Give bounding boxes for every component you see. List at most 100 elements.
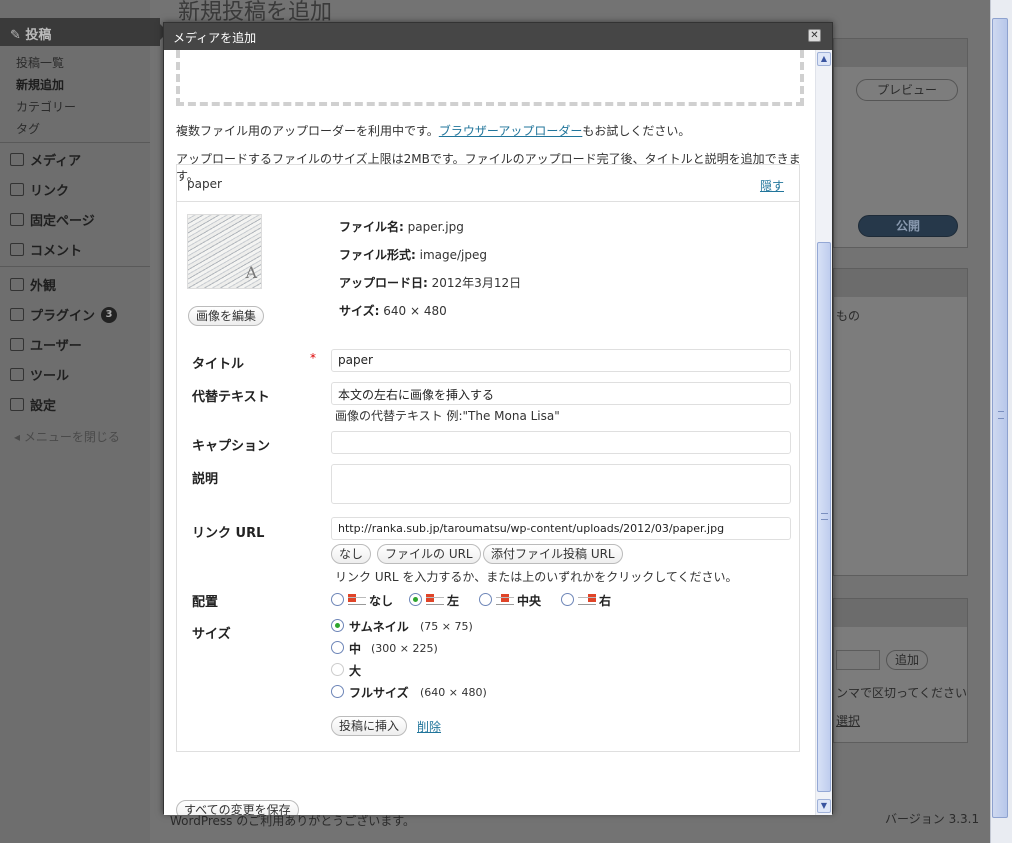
menu-separator xyxy=(0,142,150,143)
size-large-label: 大 xyxy=(349,664,362,678)
link-attachment-url-button[interactable]: 添付ファイル投稿 URL xyxy=(483,544,623,564)
menu-settings[interactable]: 設定 xyxy=(10,395,56,414)
menu-plugins[interactable]: プラグイン 3 xyxy=(10,305,118,324)
browser-uploader-link[interactable]: ブラウザーアップローダー xyxy=(439,124,583,138)
meta-dimensions: サイズ: 640 × 480 xyxy=(339,302,447,319)
link-none-button[interactable]: なし xyxy=(331,544,372,564)
submenu-tags[interactable]: タグ xyxy=(16,120,40,137)
close-icon[interactable]: ✕ xyxy=(808,29,821,42)
menu-tools[interactable]: ツール xyxy=(10,365,69,384)
meta-filename: ファイル名: paper.jpg xyxy=(339,218,464,235)
menu-comments[interactable]: コメント xyxy=(10,240,82,259)
menu-users-label: ユーザー xyxy=(30,339,82,354)
meta-upload-date-value: 2012年3月12日 xyxy=(431,276,522,290)
caption-label: キャプション xyxy=(192,439,271,454)
multi-uploader-note-text: 複数ファイル用のアップローダーを利用中です。 xyxy=(176,124,439,138)
link-file-url-button[interactable]: ファイルの URL xyxy=(377,544,481,564)
window-scrollbar-thumb[interactable] xyxy=(992,18,1008,818)
size-label: サイズ xyxy=(192,627,231,642)
link-url-help: リンク URL を入力するか、または上のいずれかをクリックしてください。 xyxy=(335,570,738,584)
size-full-radio[interactable] xyxy=(331,685,344,698)
align-right-radio[interactable] xyxy=(561,593,574,606)
multi-uploader-note: 複数ファイル用のアップローダーを利用中です。ブラウザーアップローダーもお試しくだ… xyxy=(176,122,690,139)
align-left-icon xyxy=(426,593,444,605)
settings-icon xyxy=(10,398,24,411)
menu-appearance[interactable]: 外観 xyxy=(10,275,56,294)
delete-link[interactable]: 削除 xyxy=(417,718,441,735)
page-icon xyxy=(10,213,24,226)
align-right-icon xyxy=(578,593,596,605)
meta-upload-date: アップロード日: 2012年3月12日 xyxy=(339,274,521,291)
publish-button[interactable]: 公開 xyxy=(858,215,958,237)
menu-settings-label: 設定 xyxy=(30,399,57,414)
menu-posts-label: 投稿 xyxy=(25,28,52,43)
footer-version: バージョン 3.3.1 xyxy=(885,812,980,826)
align-left-radio[interactable] xyxy=(409,593,422,606)
align-left-label: 左 xyxy=(447,594,460,608)
menu-media[interactable]: メディア xyxy=(10,150,81,169)
menu-tools-label: ツール xyxy=(30,369,70,384)
submenu-all-posts[interactable]: 投稿一覧 xyxy=(16,54,64,71)
menu-plugins-label: プラグイン xyxy=(30,309,96,324)
alt-text-input[interactable]: 本文の左右に画像を挿入する xyxy=(331,382,791,405)
menu-posts[interactable]: ✎ 投稿 xyxy=(0,18,168,46)
size-thumbnail-radio[interactable] xyxy=(331,619,344,632)
meta-dimensions-label: サイズ: xyxy=(339,304,380,318)
hide-link[interactable]: 隠す xyxy=(760,177,784,194)
upload-drop-zone[interactable] xyxy=(176,50,804,106)
align-center-icon xyxy=(496,593,514,605)
side-text: もの xyxy=(836,309,861,323)
media-icon xyxy=(10,153,24,166)
size-large-radio xyxy=(331,663,344,676)
align-none-radio[interactable] xyxy=(331,593,344,606)
plugin-update-badge: 3 xyxy=(101,306,118,323)
menu-users[interactable]: ユーザー xyxy=(10,335,82,354)
edit-image-button[interactable]: 画像を編集 xyxy=(188,306,265,326)
description-label: 説明 xyxy=(192,472,219,487)
align-right-label: 右 xyxy=(599,594,612,608)
menu-pages-label: 固定ページ xyxy=(30,214,95,229)
comment-icon xyxy=(10,243,24,256)
insert-into-post-button[interactable]: 投稿に挿入 xyxy=(331,716,408,736)
collapse-menu[interactable]: ◂ メニューを閉じる xyxy=(14,428,120,445)
add-media-modal: メディアを追加 ✕ 複数ファイル用のアップローダーを利用中です。ブラウザーアップ… xyxy=(163,22,833,815)
modal-body: 複数ファイル用のアップローダーを利用中です。ブラウザーアップローダーもお試しくだ… xyxy=(164,50,817,815)
multi-uploader-note-suffix: もお試しください。 xyxy=(582,124,691,138)
meta-upload-date-label: アップロード日: xyxy=(339,276,428,290)
menu-appearance-label: 外観 xyxy=(30,279,57,294)
size-thumbnail-dims: (75 × 75) xyxy=(420,620,473,633)
modal-scrollbar[interactable]: ▲ ▼ xyxy=(815,50,832,815)
size-full-dims: (640 × 480) xyxy=(420,686,487,699)
tag-choose-link[interactable]: 選択 xyxy=(836,712,860,729)
add-tag-button[interactable]: 追加 xyxy=(886,650,928,670)
caption-input[interactable] xyxy=(331,431,791,454)
submenu-add-new[interactable]: 新規追加 xyxy=(16,76,64,93)
scroll-down-icon[interactable]: ▼ xyxy=(817,799,831,813)
size-medium-radio[interactable] xyxy=(331,641,344,654)
menu-links[interactable]: リンク xyxy=(10,180,69,199)
link-url-label: リンク URL xyxy=(192,526,265,541)
meta-filetype-value: image/jpeg xyxy=(419,248,488,262)
tag-help: ンマで区切ってください xyxy=(836,686,968,700)
preview-button[interactable]: プレビュー xyxy=(856,79,958,101)
title-input[interactable]: paper xyxy=(331,349,791,372)
modal-title: メディアを追加 xyxy=(173,31,257,45)
align-none-label: なし xyxy=(369,594,394,608)
link-url-input[interactable]: http://ranka.sub.jp/taroumatsu/wp-conten… xyxy=(331,517,791,540)
align-none-icon xyxy=(348,593,366,605)
description-textarea[interactable] xyxy=(331,464,791,504)
appearance-icon xyxy=(10,278,24,291)
menu-pages[interactable]: 固定ページ xyxy=(10,210,95,229)
menu-links-label: リンク xyxy=(30,184,70,199)
alt-text-label: 代替テキスト xyxy=(192,390,270,405)
save-all-changes-button[interactable]: すべての変更を保存 xyxy=(176,800,299,815)
meta-dimensions-value: 640 × 480 xyxy=(383,304,447,318)
meta-filename-value: paper.jpg xyxy=(407,220,464,234)
align-center-radio[interactable] xyxy=(479,593,492,606)
submenu-categories[interactable]: カテゴリー xyxy=(16,98,76,115)
scroll-up-icon[interactable]: ▲ xyxy=(817,52,831,66)
size-medium-dims: (300 × 225) xyxy=(371,642,438,655)
tag-input[interactable] xyxy=(836,650,880,670)
modal-scrollbar-thumb[interactable] xyxy=(817,242,831,792)
modal-header: メディアを追加 ✕ xyxy=(164,23,832,50)
